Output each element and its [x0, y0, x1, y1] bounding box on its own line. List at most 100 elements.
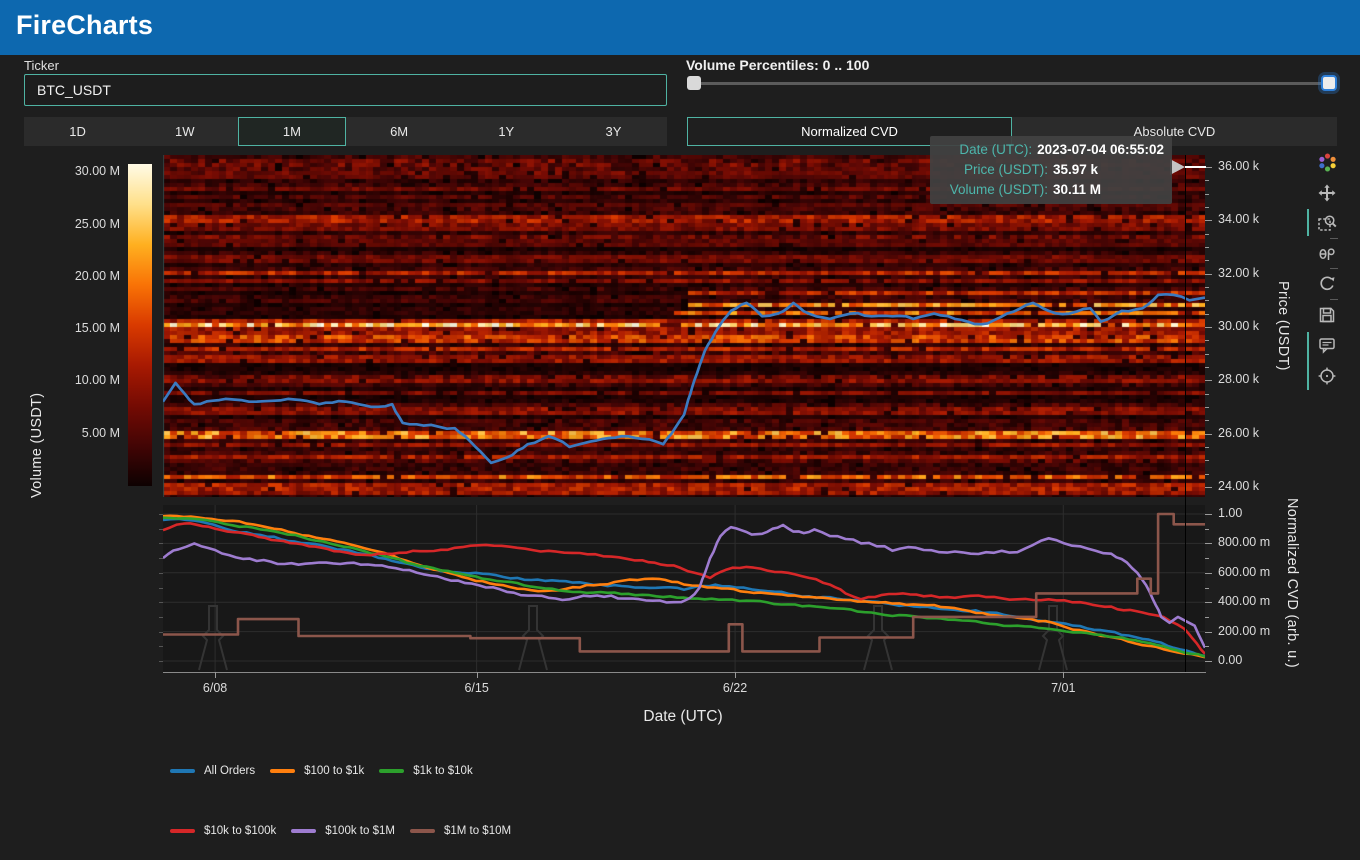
cvd-axis-title: Normalized CVD (arb. u.): [1284, 498, 1300, 698]
price-axis-tick: [1205, 300, 1209, 301]
cvd-chart[interactable]: [163, 505, 1205, 672]
price-axis-tick: [1205, 247, 1209, 248]
price-axis-tick-label: 36.00 k: [1218, 159, 1259, 173]
ticker-input[interactable]: [24, 74, 667, 106]
cursor-y-dash: [1185, 166, 1206, 168]
legend-label: All Orders: [204, 765, 255, 777]
timeframe-button-1m[interactable]: 1M: [238, 117, 345, 146]
price-axis-tick: [1205, 447, 1209, 448]
cvd-axis-tick-left: [159, 661, 163, 662]
timeframe-button-3y[interactable]: 3Y: [560, 117, 667, 146]
price-axis-tick: [1205, 274, 1212, 275]
x-axis-title: Date (UTC): [558, 708, 808, 726]
cvd-axis-tick: [1205, 602, 1212, 603]
cvd-axis-tick: [1205, 529, 1209, 530]
legend-label: $10k to $100k: [204, 825, 276, 837]
cvd-axis-tick-label: 200.00 m: [1218, 624, 1270, 638]
slider-handle-max[interactable]: [1321, 75, 1337, 91]
cvd-axis-tick: [1205, 588, 1209, 589]
x-axis-tick-label: 6/15: [452, 681, 502, 695]
legend-swatch: [170, 829, 195, 833]
crosshair-line: [1185, 155, 1186, 672]
price-axis-tick: [1205, 220, 1212, 221]
price-axis-tick: [1205, 287, 1209, 288]
legend-item-all-orders[interactable]: All Orders: [170, 764, 255, 778]
cvd-axis-tick-label: 800.00 m: [1218, 535, 1270, 549]
tooltip-label: Date (UTC):: [938, 140, 1032, 160]
pan-icon[interactable]: [1312, 178, 1342, 208]
legend-row: All Orders $100 to $1k $1k to $10k: [170, 764, 526, 778]
price-axis-tick-label: 26.00 k: [1218, 426, 1259, 440]
tooltip-label: Price (USDT):: [938, 160, 1048, 180]
legend-item--1m-to-10m[interactable]: $1M to $10M: [410, 824, 511, 838]
slider-handle-min[interactable]: [687, 76, 701, 90]
legend-item--1k-to-10k[interactable]: $1k to $10k: [379, 764, 472, 778]
price-axis-tick-label: 32.00 k: [1218, 266, 1259, 280]
price-axis-tick-label: 28.00 k: [1218, 372, 1259, 386]
volume-percentiles-label: Volume Percentiles: 0 .. 100: [686, 57, 869, 73]
watermark-glyph: [199, 606, 227, 670]
colorbar-tick-label: 20.00 M: [28, 269, 120, 283]
cvd-axis-tick: [1205, 617, 1209, 618]
hover-tooltip: Date (UTC):2023-07-04 06:55:02Price (USD…: [930, 136, 1172, 204]
price-axis-tick-label: 24.00 k: [1218, 479, 1259, 493]
legend-item--100k-to-1m[interactable]: $100k to $1M: [291, 824, 395, 838]
legend-label: $100 to $1k: [304, 765, 364, 777]
modebar-active-indicator: [1307, 209, 1309, 236]
colorbar-tick-label: 10.00 M: [28, 373, 120, 387]
compare-data-icon[interactable]: [1312, 239, 1342, 269]
volume-percentiles-slider[interactable]: [687, 74, 1337, 92]
price-axis-title: Price (USDT): [1275, 281, 1291, 391]
tooltip-value: 2023-07-04 06:55:02: [1037, 140, 1164, 160]
colorbar-axis-title: Volume (USDT): [29, 388, 45, 498]
plotly-logo-icon[interactable]: [1312, 147, 1342, 177]
price-axis-tick: [1205, 487, 1212, 488]
x-axis-tick: [215, 672, 216, 678]
timeframe-button-1w[interactable]: 1W: [131, 117, 238, 146]
legend-swatch: [170, 769, 195, 773]
price-axis-tick: [1205, 167, 1212, 168]
tooltip-row: Volume (USDT):30.11 M: [938, 180, 1164, 200]
x-axis-tick-label: 7/01: [1038, 681, 1088, 695]
colorbar-tick-label: 25.00 M: [28, 217, 120, 231]
price-line-chart[interactable]: [163, 155, 1205, 497]
cvd-axis-tick: [1205, 632, 1212, 633]
legend-item--100-to-1k[interactable]: $100 to $1k: [270, 764, 364, 778]
cvd-axis-tick-label: 600.00 m: [1218, 565, 1270, 579]
cursor-y-marker-icon: [1170, 159, 1185, 175]
cvd-axis-tick-left: [159, 588, 163, 589]
timeframe-button-6m[interactable]: 6M: [346, 117, 453, 146]
box-zoom-icon[interactable]: [1312, 208, 1342, 238]
price-axis-tick: [1205, 460, 1209, 461]
x-axis-tick-label: 6/08: [190, 681, 240, 695]
price-axis-tick: [1205, 314, 1209, 315]
spikeline-icon[interactable]: [1312, 361, 1342, 391]
reset-axes-icon[interactable]: [1312, 269, 1342, 299]
price-axis-tick: [1205, 434, 1212, 435]
price-axis-tick: [1205, 234, 1209, 235]
tooltip-row: Date (UTC):2023-07-04 06:55:02: [938, 140, 1164, 160]
legend-item--10k-to-100k[interactable]: $10k to $100k: [170, 824, 276, 838]
price-axis-tick: [1205, 474, 1209, 475]
timeframe-button-group: 1D1W1M6M1Y3Y: [24, 117, 667, 146]
legend-label: $1M to $10M: [444, 825, 511, 837]
price-axis-tick-label: 34.00 k: [1218, 212, 1259, 226]
x-axis-tick: [735, 672, 736, 678]
price-axis-tick: [1205, 180, 1209, 181]
price-axis-tick: [1205, 367, 1209, 368]
price-axis-tick: [1205, 354, 1209, 355]
cvd-axis-tick-left: [159, 602, 163, 603]
cvd-axis-tick-left: [159, 558, 163, 559]
hover-label-icon[interactable]: [1312, 330, 1342, 360]
app-title: FireCharts: [0, 0, 1360, 41]
timeframe-button-1d[interactable]: 1D: [24, 117, 131, 146]
cvd-axis-tick: [1205, 514, 1212, 515]
price-axis-tick: [1205, 260, 1209, 261]
cvd-axis-tick: [1205, 646, 1209, 647]
colorbar-tick-label: 30.00 M: [28, 164, 120, 178]
timeframe-button-1y[interactable]: 1Y: [453, 117, 560, 146]
modebar-separator: [1330, 238, 1338, 239]
save-image-icon[interactable]: [1312, 300, 1342, 330]
slider-track[interactable]: [691, 82, 1328, 85]
x-axis-tick: [1063, 672, 1064, 678]
